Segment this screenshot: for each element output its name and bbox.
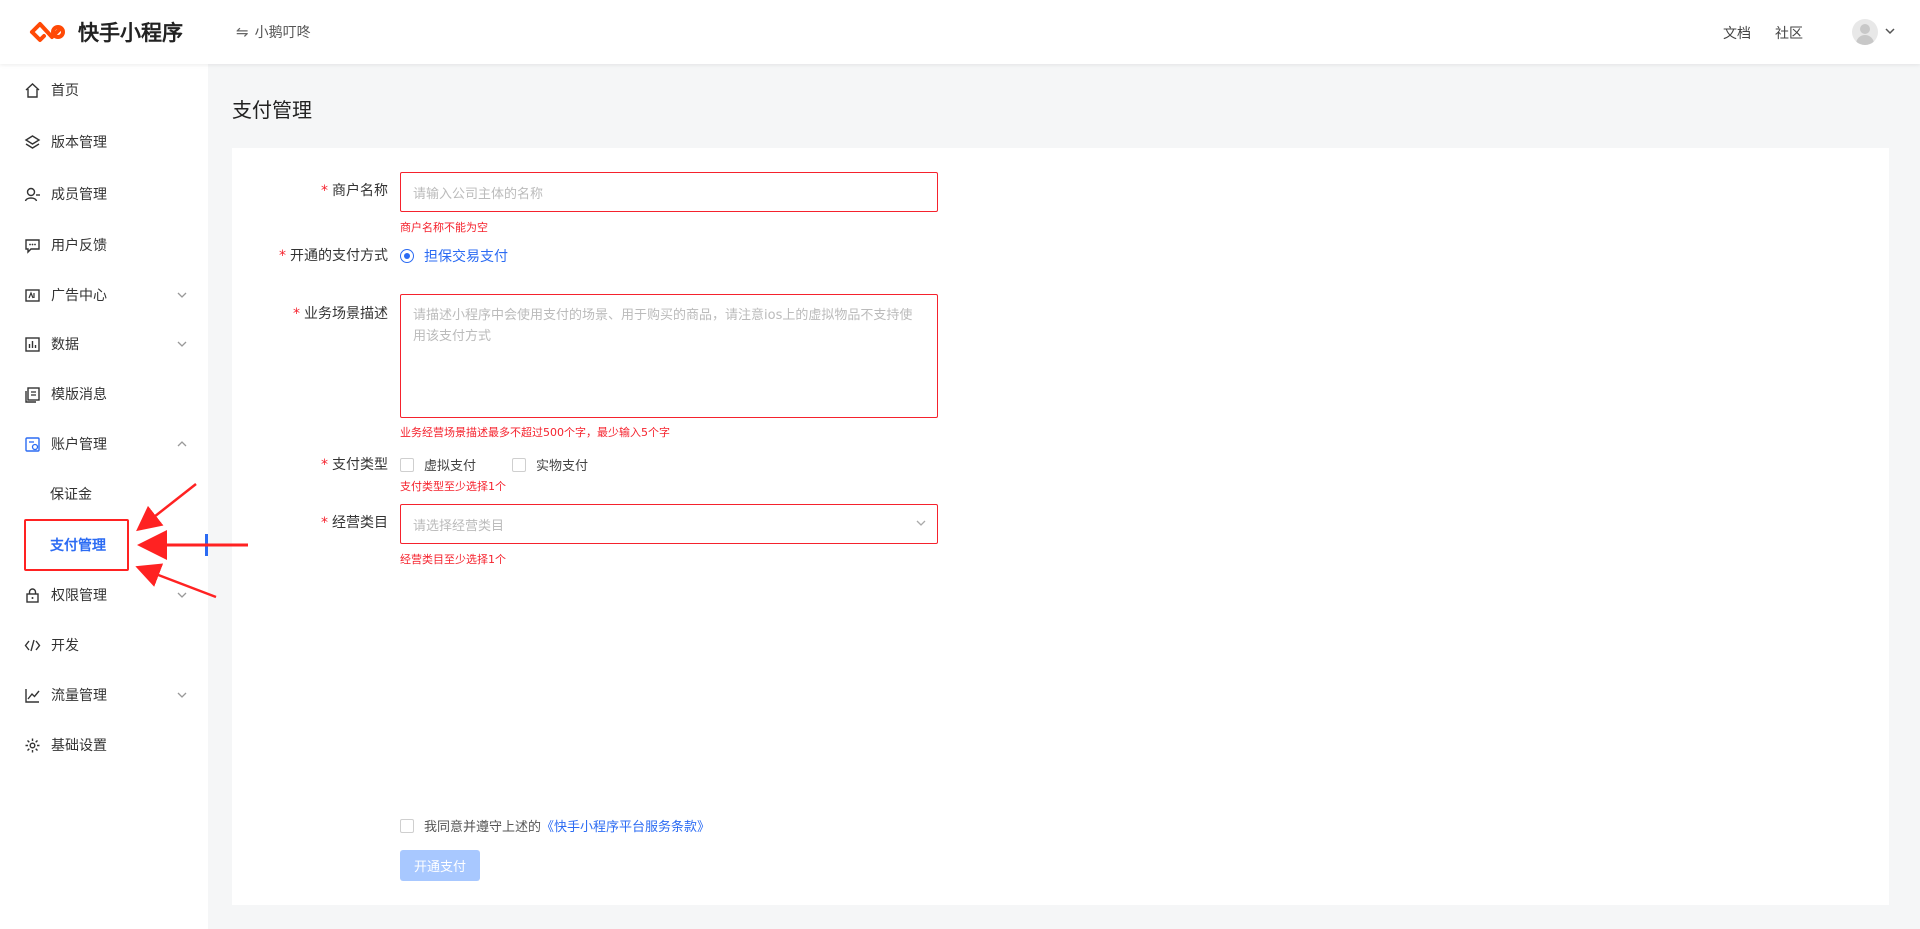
chevron-down-icon[interactable] <box>1883 24 1897 38</box>
agree-checkbox[interactable] <box>400 818 414 833</box>
app-name: 快手小程序 <box>78 21 183 45</box>
category-error: 经营类目至少选择1个 <box>400 553 506 566</box>
category-select[interactable]: 请选择经营类目 <box>400 504 938 544</box>
sidebar-item-label: 用户反馈 <box>51 238 107 254</box>
sidebar-item-feedback[interactable]: 用户反馈 <box>0 225 208 265</box>
layers-icon <box>24 134 41 149</box>
account-icon <box>25 436 40 452</box>
category-label: * 经营类目 <box>321 515 388 531</box>
type-error: 支付类型至少选择1个 <box>400 480 506 493</box>
terms-link[interactable]: 《快手小程序平台服务条款》 <box>541 816 710 835</box>
sidebar-item-label: 版本管理 <box>51 135 107 151</box>
active-item-highlight-box <box>24 519 129 571</box>
chevron-down-icon <box>177 292 187 298</box>
logo[interactable]: 快手小程序 <box>28 17 183 47</box>
community-link[interactable]: 社区 <box>1775 23 1803 43</box>
trend-icon <box>25 688 40 703</box>
chevron-down-icon <box>177 592 187 598</box>
chart-icon <box>25 336 40 352</box>
sidebar-item-label: 开发 <box>51 638 79 654</box>
sidebar-item-label: 首页 <box>51 83 79 99</box>
sidebar-item-members[interactable]: 成员管理 <box>0 174 208 214</box>
merchant-error: 商户名称不能为空 <box>400 221 488 234</box>
type-label: * 支付类型 <box>321 457 388 473</box>
switch-icon: ⇋ <box>236 23 249 41</box>
sidebar-item-label: 广告中心 <box>51 288 107 304</box>
ad-icon <box>25 288 40 302</box>
agreement-row: 我同意并遵守上述的 《快手小程序平台服务条款》 <box>400 816 710 835</box>
sidebar-item-label: 基础设置 <box>51 738 107 754</box>
sidebar-item-data[interactable]: 数据 <box>0 324 208 364</box>
message-icon <box>25 238 40 254</box>
home-icon <box>25 82 40 98</box>
sidebar-item-label: 账户管理 <box>51 437 107 453</box>
sidebar-item-account[interactable]: 账户管理 <box>0 424 208 464</box>
agree-text: 我同意并遵守上述的 <box>424 820 542 835</box>
top-header: 快手小程序 ⇋ 小鹅叮咚 文档 社区 <box>0 0 1920 64</box>
gear-icon <box>25 738 40 752</box>
app-switcher[interactable]: ⇋ 小鹅叮咚 <box>236 22 311 42</box>
chevron-down-icon <box>177 341 187 347</box>
lock-icon <box>26 587 39 603</box>
sidebar-item-template[interactable]: 模版消息 <box>0 374 208 414</box>
merchant-input[interactable]: 请输入公司主体的名称 <box>400 172 938 212</box>
method-label: * 开通的支付方式 <box>279 248 388 264</box>
sidebar-item-home[interactable]: 首页 <box>0 70 208 110</box>
enable-payment-button[interactable]: 开通支付 <box>400 850 480 881</box>
sidebar-item-develop[interactable]: 开发 <box>0 625 208 665</box>
sidebar-item-label: 权限管理 <box>51 588 107 604</box>
active-indicator <box>205 534 208 556</box>
sidebar-item-label: 成员管理 <box>51 187 107 203</box>
desc-label: * 业务场景描述 <box>293 306 388 322</box>
sidebar-item-permissions[interactable]: 权限管理 <box>0 575 208 615</box>
type-checkbox-physical[interactable]: 实物支付 <box>512 455 588 474</box>
sidebar-item-label: 保证金 <box>50 487 92 503</box>
sidebar-item-settings[interactable]: 基础设置 <box>0 725 208 765</box>
sidebar-item-label: 流量管理 <box>51 688 107 704</box>
radio-checked-icon <box>400 249 414 263</box>
method-radio-guarantee[interactable]: 担保交易支付 <box>400 246 508 266</box>
sidebar-item-deposit[interactable]: 保证金 <box>0 474 208 514</box>
sidebar-item-version[interactable]: 版本管理 <box>0 122 208 162</box>
merchant-label: * 商户名称 <box>321 183 388 199</box>
sidebar-item-ads[interactable]: 广告中心 <box>0 275 208 315</box>
desc-error: 业务经营场景描述最多不超过500个字，最少输入5个字 <box>400 426 670 439</box>
user-icon <box>24 187 40 201</box>
desc-textarea[interactable]: 请描述小程序中会使用支付的场景、用于购买的商品，请注意ios上的虚拟物品不支持使… <box>400 294 938 418</box>
type-checkbox-virtual[interactable]: 虚拟支付 <box>400 455 476 474</box>
sidebar-item-label: 数据 <box>51 337 79 353</box>
code-icon <box>24 639 41 651</box>
avatar[interactable] <box>1852 19 1878 45</box>
page-title: 支付管理 <box>232 98 312 122</box>
chevron-up-icon <box>177 441 187 447</box>
kuaishou-logo-icon <box>30 22 65 42</box>
sidebar-item-traffic[interactable]: 流量管理 <box>0 675 208 715</box>
docs-link[interactable]: 文档 <box>1723 23 1751 43</box>
template-icon <box>25 386 40 403</box>
current-app-name: 小鹅叮咚 <box>254 25 311 41</box>
chevron-down-icon <box>916 520 926 526</box>
chevron-down-icon <box>177 692 187 698</box>
sidebar-item-label: 模版消息 <box>51 387 107 403</box>
sidebar: 首页 版本管理 成员管理 用户反馈 广告中心 数据 模版消息 账户管理 保证金 … <box>0 64 208 929</box>
